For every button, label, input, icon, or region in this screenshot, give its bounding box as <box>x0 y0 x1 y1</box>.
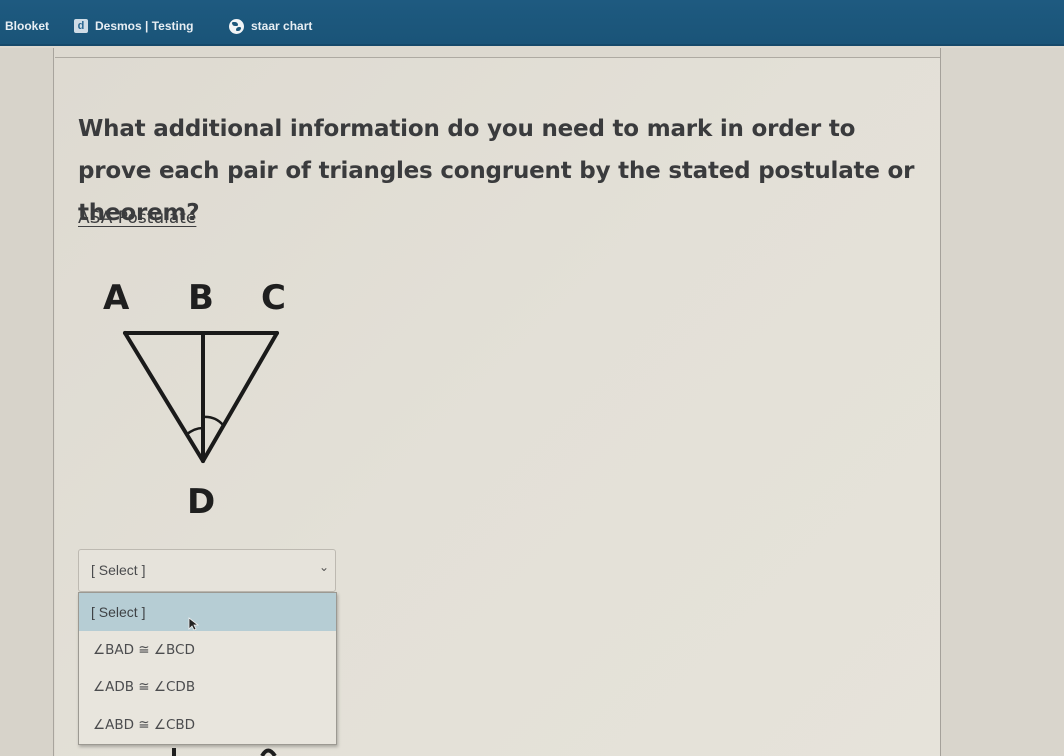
triangle-lines <box>123 331 279 463</box>
select-current-value: [ Select ] <box>91 562 146 578</box>
bookmark-desmos[interactable]: d Desmos | Testing <box>74 17 194 35</box>
panel-top-divider <box>55 57 940 58</box>
angle-arc-cdb <box>202 415 224 426</box>
dropdown-option-bad-bcd[interactable]: ∠BAD ≅ ∠BCD <box>79 631 336 669</box>
mouse-cursor-icon <box>188 617 200 631</box>
bookmark-blooket[interactable]: Blooket <box>5 17 49 35</box>
bookmark-label: Desmos | Testing <box>95 19 194 33</box>
globe-icon <box>229 18 244 34</box>
chevron-down-icon[interactable]: ⌄ <box>319 560 329 574</box>
bookmark-label: staar chart <box>251 19 313 33</box>
dropdown-option-adb-cdb[interactable]: ∠ADB ≅ ∠CDB <box>79 669 336 707</box>
segment-ad <box>123 331 205 463</box>
bookmarks-bar: Blooket d Desmos | Testing staar chart <box>0 0 1064 46</box>
desmos-d-icon: d <box>74 19 88 33</box>
left-gutter <box>0 48 54 756</box>
answer-select[interactable]: [ Select ] ⌄ <box>78 549 336 592</box>
partially-hidden-content <box>172 748 277 756</box>
dropdown-option-abd-cbd[interactable]: ∠ABD ≅ ∠CBD <box>79 706 336 744</box>
vertex-label-d: D <box>187 482 215 522</box>
dropdown-option-select[interactable]: [ Select ] <box>79 593 336 631</box>
vertex-label-a: A <box>103 278 130 318</box>
question-text: What additional information do you need … <box>78 116 915 226</box>
angle-arc-adb <box>185 426 204 436</box>
bookmark-staar-chart[interactable]: staar chart <box>229 17 312 35</box>
postulate-label: ASA Postulate <box>78 208 197 228</box>
vertex-label-c: C <box>261 278 286 318</box>
answer-dropdown-menu: [ Select ] ∠BAD ≅ ∠BCD ∠ADB ≅ ∠CDB ∠ABD … <box>78 592 337 745</box>
segment-cd <box>201 331 279 463</box>
vertex-label-b: B <box>188 278 214 318</box>
bookmark-label: Blooket <box>5 19 50 33</box>
triangle-diagram: A B C D <box>103 278 286 522</box>
right-gutter <box>940 48 1064 756</box>
